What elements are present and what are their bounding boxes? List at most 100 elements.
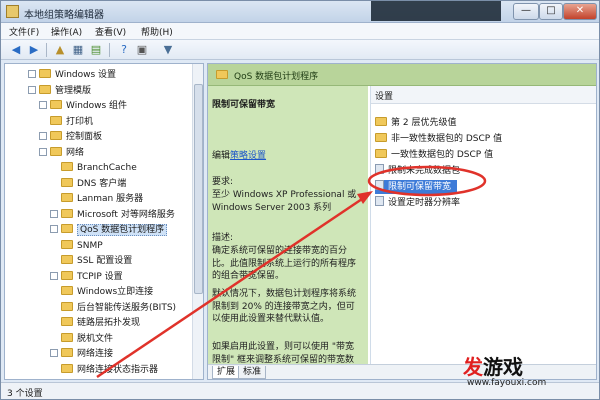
- back-arrow-icon[interactable]: ◀: [9, 43, 23, 57]
- tree-item[interactable]: SSL 配置设置: [50, 254, 132, 268]
- settings-list-item[interactable]: 限制可保留带宽: [375, 180, 458, 194]
- tree-item[interactable]: QoS 数据包计划程序: [50, 223, 168, 237]
- tree-expander-icon[interactable]: [39, 132, 47, 140]
- menu-help[interactable]: 帮助(H): [141, 25, 173, 38]
- group-policy-editor-window: 本地组策略编辑器 — □ ✕ 文件(F) 操作(A) 查看(V) 帮助(H) ◀…: [0, 0, 600, 400]
- tree-item[interactable]: 网络: [39, 146, 84, 160]
- folder-icon: [61, 348, 73, 357]
- status-text: 3 个设置: [7, 389, 43, 399]
- folder-icon: [61, 255, 73, 264]
- policy-title: 限制可保留带宽: [212, 100, 276, 110]
- description-label: 描述:: [212, 233, 234, 243]
- tree-item[interactable]: 控制面板: [39, 130, 102, 144]
- watermark-logo: 发游戏 www.fayouxi.com: [463, 351, 599, 395]
- watermark-url: www.fayouxi.com: [467, 378, 547, 388]
- tree-item-label: Windows立即连接: [77, 287, 154, 297]
- settings-list-item[interactable]: 限制未完成数据包: [375, 164, 460, 178]
- tree-item[interactable]: TCPIP 设置: [50, 270, 123, 284]
- tree-item[interactable]: SNMP: [50, 239, 103, 253]
- tree-item-label: BranchCache: [77, 163, 137, 173]
- folder-icon: [61, 162, 73, 171]
- edit-policy-settings-link[interactable]: 策略设置: [230, 151, 266, 161]
- show-hide-tree-icon[interactable]: ▦: [71, 43, 85, 57]
- tree-item[interactable]: 网络连接: [50, 347, 113, 361]
- tree-item-label: 网络: [66, 147, 85, 158]
- minimize-button[interactable]: —: [513, 3, 539, 20]
- tree-expander-icon[interactable]: [28, 70, 36, 78]
- help-icon[interactable]: ?: [117, 43, 131, 57]
- tree-item-label: 后台智能传送服务(BITS): [77, 302, 177, 313]
- folder-icon: [61, 270, 73, 280]
- filter-icon[interactable]: ▼: [161, 43, 175, 57]
- settings-list-item-label: 非一致性数据包的 DSCP 值: [391, 134, 503, 144]
- tree-item[interactable]: 脱机文件: [50, 332, 113, 346]
- tree-expander-icon[interactable]: [28, 85, 36, 94]
- settings-list-item-label: 限制可保留带宽: [388, 182, 452, 192]
- menu-view[interactable]: 查看(V): [95, 25, 126, 38]
- tree-item[interactable]: 打印机: [39, 115, 93, 129]
- settings-list-item[interactable]: 一致性数据包的 DSCP 值: [375, 148, 493, 162]
- folder-icon: [61, 224, 73, 233]
- requirements-label: 要求:: [212, 177, 234, 187]
- tree-item[interactable]: Microsoft 对等网络服务: [50, 208, 175, 222]
- default-behavior-text: 默认情况下，数据包计划程序将系统限制到 20% 的连接带宽之内，但可以使用此设置…: [212, 289, 357, 324]
- tree-expander-icon[interactable]: [39, 147, 47, 156]
- folder-icon: [61, 301, 73, 311]
- app-icon: [6, 5, 19, 18]
- close-button[interactable]: ✕: [563, 3, 597, 20]
- tree-item[interactable]: 后台智能传送服务(BITS): [50, 301, 176, 315]
- requirements-text: 至少 Windows XP Professional 或 Windows Ser…: [212, 190, 357, 213]
- tree-item[interactable]: 管理模版: [28, 84, 91, 98]
- forward-arrow-icon[interactable]: ▶: [27, 43, 41, 57]
- tree-item[interactable]: Windows 设置: [28, 68, 116, 82]
- title-bar: 本地组策略编辑器 — □ ✕: [1, 1, 599, 23]
- tree-item-label: Lanman 服务器: [77, 194, 144, 204]
- tree-expander-icon[interactable]: [39, 101, 47, 109]
- tree-item[interactable]: Lanman 服务器: [50, 192, 143, 206]
- tree-item[interactable]: BranchCache: [50, 161, 137, 175]
- folder-icon: [61, 239, 73, 249]
- tree-expander-icon[interactable]: [50, 209, 58, 218]
- tree-item[interactable]: Windows 组件: [39, 99, 127, 113]
- tree-expander-icon[interactable]: [50, 349, 58, 357]
- tab-extended[interactable]: 扩展: [212, 366, 241, 379]
- settings-column-header[interactable]: 设置: [371, 86, 596, 104]
- folder-icon: [50, 115, 62, 125]
- toolbar-separator: [46, 43, 47, 57]
- tree-item-label: TCPIP 设置: [77, 271, 123, 282]
- folder-icon: [216, 70, 228, 79]
- dark-banner-overlay: [371, 1, 501, 21]
- export-list-icon[interactable]: ▤: [89, 43, 103, 57]
- folder-icon: [50, 146, 62, 156]
- settings-list-item-label: 限制未完成数据包: [388, 166, 461, 176]
- folder-icon: [61, 363, 73, 373]
- settings-list-item[interactable]: 设置定时器分辨率: [375, 196, 460, 210]
- settings-column-label: 设置: [375, 92, 394, 102]
- folder-icon: [61, 286, 73, 295]
- tree-item[interactable]: DNS 客户端: [50, 177, 126, 191]
- edit-policy-line: 编辑策略设置: [212, 148, 266, 161]
- tree-item[interactable]: 网络连接状态指示器: [50, 363, 158, 377]
- maximize-button[interactable]: □: [539, 3, 563, 20]
- tree-item[interactable]: Windows立即连接: [50, 285, 153, 299]
- menu-file[interactable]: 文件(F): [9, 25, 39, 38]
- settings-list-item[interactable]: 第 2 层优先级值: [375, 116, 456, 130]
- up-folder-icon[interactable]: ▲: [53, 43, 67, 57]
- tree-item-label: Windows 组件: [66, 101, 128, 111]
- details-header-title: QoS 数据包计划程序: [234, 72, 319, 82]
- settings-list-item[interactable]: 非一致性数据包的 DSCP 值: [375, 132, 502, 146]
- tree-item-label: SSL 配置设置: [77, 256, 133, 266]
- properties-icon[interactable]: ▣: [135, 43, 149, 57]
- policy-setting-icon: [375, 164, 384, 174]
- tree-expander-icon[interactable]: [50, 271, 58, 280]
- folder-icon: [61, 193, 73, 202]
- details-header: QoS 数据包计划程序: [208, 64, 596, 86]
- settings-list-item-label: 一致性数据包的 DSCP 值: [391, 150, 494, 160]
- tab-standard[interactable]: 标准: [238, 366, 267, 379]
- menu-action[interactable]: 操作(A): [51, 25, 82, 38]
- folder-icon: [50, 100, 62, 109]
- tree-scroll-thumb[interactable]: [194, 84, 203, 294]
- tree-expander-icon[interactable]: [50, 225, 58, 233]
- tree-item[interactable]: 链路层拓扑发现: [50, 316, 140, 330]
- description-text: 确定系统可保留的连接带宽的百分比。此值限制系统上运行的所有程序的组合带宽保留。: [212, 246, 357, 281]
